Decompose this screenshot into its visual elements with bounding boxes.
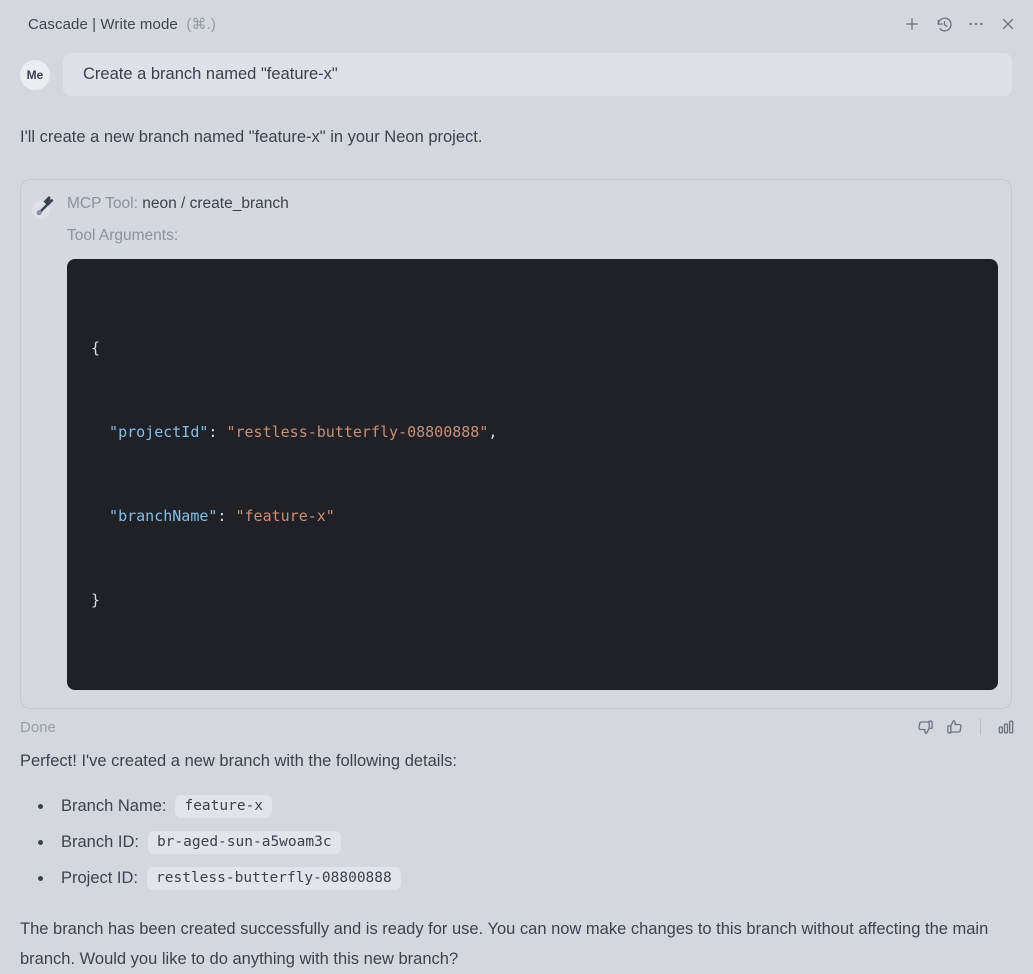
mcp-tool-card[interactable]: MCP Tool: neon / create_branch Tool Argu…	[20, 179, 1012, 709]
bar-chart-icon	[996, 717, 1016, 737]
panel-title: Cascade | Write mode (⌘.)	[28, 15, 216, 33]
code-key: "projectId"	[109, 423, 209, 441]
close-button[interactable]	[995, 11, 1021, 37]
header-actions	[899, 11, 1021, 37]
assistant-intro: I'll create a new branch named "feature-…	[20, 128, 483, 146]
chat-thread: Me Create a branch named "feature-x" I'l…	[0, 38, 1033, 974]
project-id-code: restless-butterfly-08800888	[147, 867, 401, 890]
code-line-project-id: "projectId": "restless-butterfly-0880088…	[91, 418, 974, 446]
mcp-tool-name: neon / create_branch	[142, 195, 289, 212]
list-item-project-id: Project ID: restless-butterfly-08800888	[20, 867, 1012, 890]
more-button[interactable]	[963, 11, 989, 37]
history-icon	[935, 15, 954, 34]
bullet-icon	[38, 876, 43, 881]
mcp-tool-label: MCP Tool:	[67, 195, 138, 212]
panel-shortcut: (⌘.)	[186, 16, 216, 33]
divider	[980, 719, 981, 735]
status-text: Done	[20, 718, 56, 736]
thumbs-down-icon	[915, 717, 935, 737]
user-avatar: Me	[20, 59, 50, 90]
user-message-row: Me Create a branch named "feature-x"	[20, 53, 1012, 96]
stats-button[interactable]	[993, 714, 1019, 740]
panel-header: Cascade | Write mode (⌘.)	[0, 0, 1033, 38]
code-comma: ,	[488, 423, 498, 441]
history-button[interactable]	[931, 11, 957, 37]
new-chat-button[interactable]	[899, 11, 925, 37]
tool-card-header: MCP Tool: neon / create_branch	[67, 191, 998, 213]
thumbs-up-button[interactable]	[942, 714, 968, 740]
user-message-text: Create a branch named "feature-x"	[83, 65, 338, 83]
closing-paragraph: The branch has been created successfully…	[20, 920, 989, 968]
list-item-branch-id: Branch ID: br-aged-sun-a5woam3c	[20, 831, 1012, 854]
user-message-bubble[interactable]: Create a branch named "feature-x"	[63, 53, 1012, 96]
bullet-icon	[38, 840, 43, 845]
thumbs-down-button[interactable]	[912, 714, 938, 740]
hammer-icon	[29, 190, 61, 222]
list-item-branch-name: Branch Name: feature-x	[20, 795, 1012, 818]
code-key: "branchName"	[109, 507, 218, 525]
plus-icon	[903, 15, 921, 33]
result-heading: Perfect! I've created a new branch with …	[20, 752, 457, 770]
code-value: "feature-x"	[235, 507, 335, 525]
code-value: "restless-butterfly-08800888"	[226, 423, 489, 441]
code-line-branch-name: "branchName": "feature-x"	[91, 502, 974, 530]
close-icon	[999, 15, 1017, 33]
code-line-open: {	[91, 339, 101, 357]
ellipsis-icon	[967, 15, 985, 33]
bullet-icon	[38, 804, 43, 809]
code-separator: :	[217, 507, 236, 525]
thumbs-up-icon	[945, 717, 965, 737]
detail-label: Branch ID:	[61, 833, 139, 851]
panel-title-text: Cascade | Write mode	[28, 16, 178, 33]
branch-id-code: br-aged-sun-a5woam3c	[147, 831, 341, 854]
code-line-close: }	[91, 591, 101, 609]
branch-name-code: feature-x	[175, 795, 273, 818]
detail-label: Branch Name:	[61, 797, 167, 815]
message-footer: Done	[20, 714, 1019, 740]
footer-actions	[912, 714, 1019, 740]
tool-arguments-label: Tool Arguments:	[67, 227, 179, 244]
code-separator: :	[208, 423, 227, 441]
tool-arguments-code-block[interactable]: { "projectId": "restless-butterfly-08800…	[67, 259, 998, 690]
detail-label: Project ID:	[61, 869, 139, 887]
branch-details-list: Branch Name: feature-x Branch ID: br-age…	[20, 795, 1012, 890]
